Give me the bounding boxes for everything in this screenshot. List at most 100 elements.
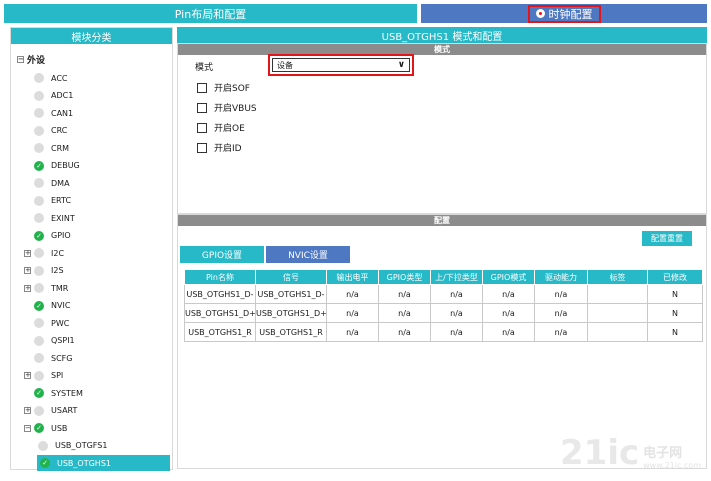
- table-cell: n/a: [430, 322, 483, 342]
- table-cell: [587, 284, 648, 304]
- expander-slot: [24, 141, 34, 155]
- tree-item-debug[interactable]: ✓ DEBUG: [24, 159, 80, 173]
- tree-item-tmr[interactable]: + TMR: [24, 281, 68, 295]
- mode-panel: 模式 模式 设备 ∨ 开启SOF 开启VBUS 开启OE 开启ID: [177, 43, 707, 214]
- collapse-icon[interactable]: −: [24, 424, 31, 432]
- config-reset-button[interactable]: 配置重置: [642, 231, 692, 246]
- tree-item-pwc[interactable]: PWC: [24, 316, 69, 330]
- checkbox-vbus[interactable]: 开启VBUS: [197, 101, 257, 114]
- collapse-icon[interactable]: −: [17, 56, 24, 63]
- checkbox-id[interactable]: 开启ID: [197, 141, 242, 154]
- tree-item-nvic[interactable]: ✓ NVIC: [24, 299, 70, 313]
- tree-item-usart[interactable]: + USART: [24, 404, 77, 418]
- radio-icon: [535, 9, 545, 18]
- inactive-status-icon: [34, 195, 44, 206]
- tree-item-scfg[interactable]: SCFG: [24, 351, 72, 365]
- tree-item-usb-otgfs1[interactable]: USB_OTGFS1: [38, 439, 107, 453]
- checkbox-icon[interactable]: [197, 122, 207, 133]
- table-cell: USB_OTGHS1_R: [255, 322, 327, 342]
- inactive-status-icon: [34, 335, 44, 346]
- tab-pin-layout-label: Pin布局和配置: [174, 7, 247, 21]
- expand-icon[interactable]: +: [24, 249, 31, 257]
- mode-select[interactable]: 设备 ∨: [272, 58, 410, 72]
- checkbox-icon[interactable]: [197, 142, 207, 153]
- tree-item-ertc[interactable]: ERTC: [24, 194, 71, 208]
- table-cell: N: [647, 322, 703, 342]
- watermark-big-text: 21ic: [560, 433, 640, 473]
- tree-item-i2s[interactable]: + I2S: [24, 264, 64, 278]
- watermark-logo: 21ic 电子网 www.21ic.com: [560, 436, 701, 470]
- inactive-status-icon: [34, 125, 44, 136]
- tree-item-qspi1[interactable]: QSPI1: [24, 334, 75, 348]
- clock-config-highlight[interactable]: 时钟配置: [527, 4, 601, 23]
- expander-slot: +: [24, 404, 34, 418]
- col-output-level[interactable]: 输出电平: [326, 269, 379, 285]
- checkbox-icon[interactable]: [197, 102, 207, 113]
- check-status-icon: ✓: [40, 458, 50, 468]
- tab-clock-config[interactable]: 时钟配置: [421, 4, 707, 23]
- tree-item-crm[interactable]: CRM: [24, 141, 69, 155]
- expander-slot: [24, 316, 34, 330]
- inactive-status-icon: [34, 405, 44, 416]
- tree-item-label: SCFG: [51, 353, 73, 363]
- inactive-status-icon: [34, 213, 44, 223]
- expander-slot: +: [24, 281, 34, 295]
- tab-pin-layout[interactable]: Pin布局和配置: [4, 4, 417, 23]
- table-cell: USB_OTGHS1_D+: [184, 303, 256, 323]
- col-modified[interactable]: 已修改: [647, 269, 703, 285]
- tree-item-label: ADC1: [51, 91, 74, 100]
- table-cell: [587, 303, 648, 323]
- expand-icon[interactable]: +: [24, 407, 31, 414]
- tree-item-label: CRC: [51, 126, 68, 135]
- checkbox-vbus-label: 开启VBUS: [214, 104, 257, 114]
- tree-item-dma[interactable]: DMA: [24, 176, 70, 190]
- tree-item-exint[interactable]: EXINT: [24, 211, 75, 225]
- table-cell: USB_OTGHS1_R: [184, 322, 256, 342]
- checkbox-sof[interactable]: 开启SOF: [197, 81, 250, 94]
- expander-slot: [24, 299, 34, 313]
- col-signal[interactable]: 信号: [255, 269, 327, 285]
- tree-item-adc1[interactable]: ADC1: [24, 89, 73, 103]
- col-pull-type[interactable]: 上/下拉类型: [430, 269, 483, 285]
- mode-label: 模式: [195, 63, 214, 73]
- table-cell: USB_OTGHS1_D+: [255, 303, 327, 323]
- module-category-title: 模块分类: [11, 28, 172, 44]
- col-label[interactable]: 标签: [587, 269, 648, 285]
- col-gpio-mode[interactable]: GPIO模式: [482, 269, 535, 285]
- tree-root-peripherals[interactable]: − 外设: [17, 53, 45, 66]
- table-cell: N: [647, 303, 703, 323]
- col-gpio-type[interactable]: GPIO类型: [378, 269, 431, 285]
- inactive-status-icon: [34, 178, 44, 188]
- tab-gpio-settings[interactable]: GPIO设置: [180, 246, 264, 263]
- table-row[interactable]: USB_OTGHS1_D- USB_OTGHS1_D-n/a n/a n/a n/a n/…: [184, 284, 703, 304]
- check-status-icon: ✓: [34, 230, 44, 241]
- checkbox-icon[interactable]: [197, 82, 207, 93]
- table-cell: n/a: [326, 303, 379, 323]
- tree-item-can1[interactable]: CAN1: [24, 106, 73, 120]
- col-drive[interactable]: 驱动能力: [534, 269, 588, 285]
- tab-nvic-settings[interactable]: NVIC设置: [266, 246, 350, 263]
- tree-item-spi[interactable]: + SPI: [24, 369, 63, 383]
- tree-item-usb-otghs1[interactable]: ✓ USB_OTGHS1: [37, 455, 170, 471]
- checkbox-oe[interactable]: 开启OE: [197, 121, 245, 134]
- tree-item-usb[interactable]: − ✓ USB: [24, 421, 67, 435]
- tree-item-gpio[interactable]: ✓ GPIO: [24, 229, 71, 243]
- inactive-status-icon: [34, 265, 44, 276]
- tree-item-acc[interactable]: ACC: [24, 71, 68, 85]
- tree-item-system[interactable]: ✓ SYSTEM: [24, 386, 83, 400]
- inactive-status-icon: [34, 108, 44, 118]
- expander-slot: [24, 89, 34, 103]
- checkbox-oe-label: 开启OE: [214, 124, 245, 134]
- expand-icon[interactable]: +: [24, 284, 31, 292]
- tree-item-label: CAN1: [51, 108, 74, 118]
- mode-select-highlight: 设备 ∨: [268, 54, 414, 76]
- tree-item-label: SPI: [51, 371, 64, 380]
- table-row[interactable]: USB_OTGHS1_D+ USB_OTGHS1_D+ n/a n/a n/a n/a n/…: [184, 303, 703, 323]
- tree-item-crc[interactable]: CRC: [24, 124, 67, 138]
- col-pin-name[interactable]: Pin名称: [184, 269, 256, 285]
- table-row[interactable]: USB_OTGHS1_R USB_OTGHS1_R n/a n/a n/a n/a n/a N: [184, 322, 703, 342]
- tree-item-i2c[interactable]: + I2C: [24, 246, 64, 260]
- expand-icon[interactable]: +: [24, 372, 31, 379]
- expand-icon[interactable]: +: [24, 267, 31, 274]
- inactive-status-icon: [34, 283, 44, 293]
